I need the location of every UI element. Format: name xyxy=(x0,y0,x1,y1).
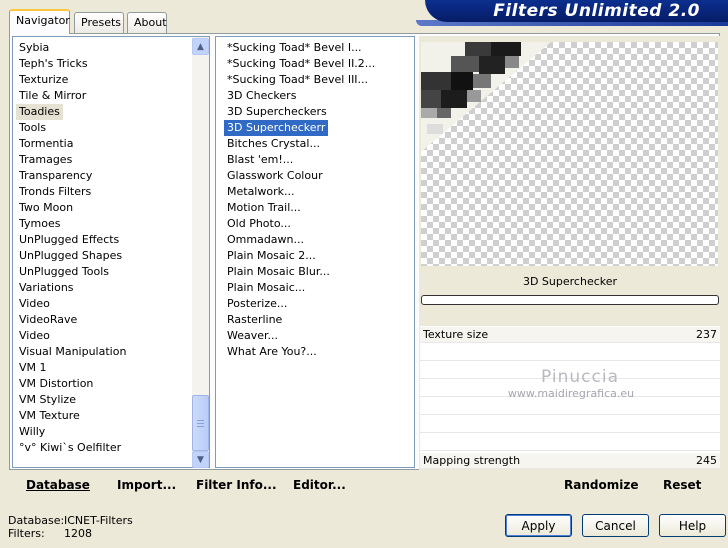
texture-size-value: 237 xyxy=(696,328,717,341)
param-slider-2[interactable] xyxy=(420,345,720,361)
database-value: ICNET-Filters xyxy=(64,514,133,527)
category-item[interactable]: Tymoes xyxy=(16,216,63,232)
reset-button[interactable]: Reset xyxy=(663,478,701,492)
database-label: Database: xyxy=(8,514,65,527)
filter-item[interactable]: Rasterline xyxy=(224,312,285,328)
category-item[interactable]: °v° Kiwi`s Oelfilter xyxy=(16,440,124,456)
cancel-label: Cancel xyxy=(595,518,636,533)
watermark-name: Pinuccia xyxy=(541,367,619,387)
category-item[interactable]: VM Texture xyxy=(16,408,83,424)
filters-label: Filters: xyxy=(8,527,45,540)
randomize-button[interactable]: Randomize xyxy=(564,478,638,492)
category-item[interactable]: Variations xyxy=(16,280,77,296)
scroll-up-button[interactable]: ▲ xyxy=(192,38,209,55)
category-scrollbar[interactable]: ▲ ▼ xyxy=(192,37,209,468)
filter-name: 3D Superchecker xyxy=(522,275,618,288)
category-item[interactable]: UnPlugged Effects xyxy=(16,232,122,248)
filter-info-button[interactable]: Filter Info... xyxy=(196,478,277,492)
filter-item[interactable]: Bitches Crystal... xyxy=(224,136,323,152)
category-item[interactable]: UnPlugged Shapes xyxy=(16,248,125,264)
preview-image xyxy=(421,42,718,266)
tab-presets[interactable]: Presets xyxy=(74,12,124,33)
editor-button[interactable]: Editor... xyxy=(293,478,346,492)
filter-item[interactable]: 3D Checkers xyxy=(224,88,299,104)
filters-count: 1208 xyxy=(64,527,92,540)
tab-navigator-label: Navigator xyxy=(16,14,70,27)
filter-item-selected[interactable]: 3D Supercheckerr xyxy=(224,120,329,136)
category-items: Sybia Teph's Tricks Texturize Tile & Mirror… xyxy=(16,38,192,466)
scroll-thumb[interactable] xyxy=(192,395,209,451)
filter-item[interactable]: Plain Mosaic Blur... xyxy=(224,264,333,280)
filter-items: *Sucking Toad* Bevel I... *Sucking Toad* … xyxy=(224,38,412,466)
category-item[interactable]: VM Distortion xyxy=(16,376,96,392)
category-item[interactable]: Tronds Filters xyxy=(16,184,94,200)
filter-list[interactable]: *Sucking Toad* Bevel I... *Sucking Toad* … xyxy=(215,36,415,468)
category-item[interactable]: Video xyxy=(16,296,53,312)
help-label: Help xyxy=(678,518,707,533)
category-item[interactable]: VM 1 xyxy=(16,360,50,376)
filter-item[interactable]: 3D Supercheckers xyxy=(224,104,330,120)
filter-item[interactable]: Metalwork... xyxy=(224,184,297,200)
category-item[interactable]: Willy xyxy=(16,424,48,440)
window-title: Filters Unlimited 2.0 xyxy=(493,1,700,21)
category-item[interactable]: Tormentia xyxy=(16,136,76,152)
database-button[interactable]: Database xyxy=(26,478,90,492)
texture-size-slider[interactable]: Texture size 237 xyxy=(420,327,720,343)
category-item[interactable]: VideoRave xyxy=(16,312,80,328)
category-item-selected[interactable]: Toadies xyxy=(16,104,63,120)
scroll-down-button[interactable]: ▼ xyxy=(192,451,209,468)
category-item[interactable]: Tramages xyxy=(16,152,75,168)
watermark-url: www.maidiregrafica.eu xyxy=(507,387,635,400)
param-slider-7[interactable] xyxy=(420,435,720,451)
texture-size-label: Texture size xyxy=(423,328,489,341)
filter-item[interactable]: What Are You?... xyxy=(224,344,320,360)
category-item[interactable]: Two Moon xyxy=(16,200,76,216)
category-item[interactable]: Video xyxy=(16,328,53,344)
preview-svg xyxy=(421,42,551,152)
filter-item[interactable]: Old Photo... xyxy=(224,216,294,232)
filter-item[interactable]: Plain Mosaic... xyxy=(224,280,308,296)
category-item[interactable]: UnPlugged Tools xyxy=(16,264,112,280)
category-item[interactable]: Sybia xyxy=(16,40,52,56)
cancel-button[interactable]: Cancel xyxy=(582,514,649,537)
filter-item[interactable]: Posterize... xyxy=(224,296,290,312)
tab-presets-label: Presets xyxy=(81,16,122,29)
param-slider-5[interactable] xyxy=(420,399,720,415)
mapping-strength-value: 245 xyxy=(696,454,717,467)
progress-bar xyxy=(421,295,719,305)
tab-about[interactable]: About xyxy=(127,12,167,33)
category-list[interactable]: Sybia Teph's Tricks Texturize Tile & Mirror… xyxy=(12,36,210,468)
title-banner: Filters Unlimited 2.0 xyxy=(425,0,728,22)
category-item[interactable]: Visual Manipulation xyxy=(16,344,129,360)
category-item[interactable]: VM Stylize xyxy=(16,392,79,408)
filter-item[interactable]: Motion Trail... xyxy=(224,200,304,216)
mapping-strength-label: Mapping strength xyxy=(423,454,521,467)
help-button[interactable]: Help xyxy=(659,514,726,537)
category-item[interactable]: Tools xyxy=(16,120,49,136)
category-item[interactable]: Teph's Tricks xyxy=(16,56,91,72)
category-item[interactable]: Tile & Mirror xyxy=(16,88,89,104)
category-item[interactable]: Transparency xyxy=(16,168,95,184)
chevron-down-icon: ▼ xyxy=(197,454,204,465)
chevron-up-icon: ▲ xyxy=(197,41,204,52)
import-button[interactable]: Import... xyxy=(117,478,176,492)
filter-name-box: 3D Superchecker xyxy=(421,272,719,292)
tab-about-label: About xyxy=(134,16,167,29)
category-item[interactable]: Texturize xyxy=(16,72,71,88)
apply-button[interactable]: Apply xyxy=(505,514,572,537)
filter-item[interactable]: *Sucking Toad* Bevel II.2... xyxy=(224,56,378,72)
filter-item[interactable]: *Sucking Toad* Bevel I... xyxy=(224,40,365,56)
filter-item[interactable]: *Sucking Toad* Bevel III... xyxy=(224,72,371,88)
tab-navigator[interactable]: Navigator xyxy=(9,9,70,34)
filter-item[interactable]: Blast 'em!... xyxy=(224,152,296,168)
filter-item[interactable]: Plain Mosaic 2... xyxy=(224,248,319,264)
filter-item[interactable]: Glasswork Colour xyxy=(224,168,326,184)
apply-label: Apply xyxy=(521,518,556,533)
param-slider-6[interactable] xyxy=(420,417,720,433)
filter-item[interactable]: Weaver... xyxy=(224,328,281,344)
filter-item[interactable]: Ommadawn... xyxy=(224,232,307,248)
mapping-strength-slider[interactable]: Mapping strength 245 xyxy=(420,453,720,469)
